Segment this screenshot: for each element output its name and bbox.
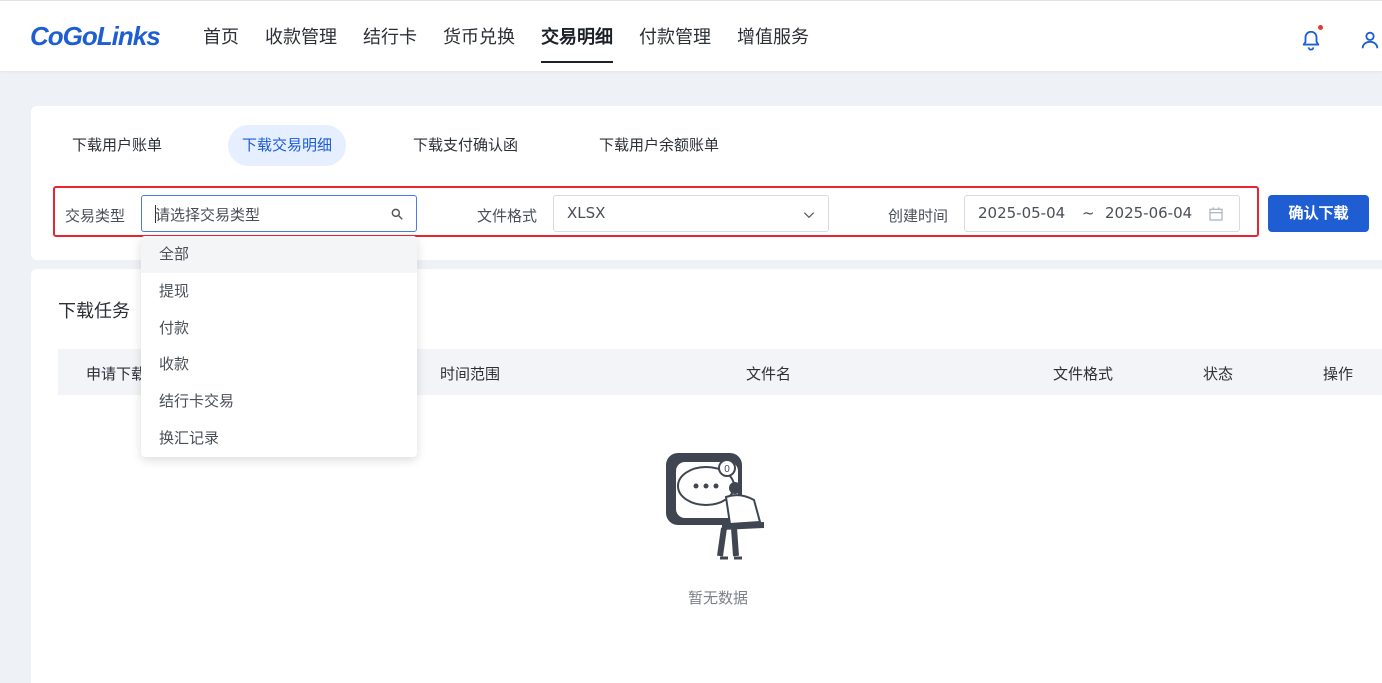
empty-badge-count: 0 [724, 464, 730, 475]
option-exchange-record[interactable]: 换汇记录 [141, 420, 417, 457]
option-withdrawal[interactable]: 提现 [141, 273, 417, 310]
tab-download-transaction-details[interactable]: 下载交易明细 [228, 125, 347, 166]
transaction-type-placeholder: 请选择交易类型 [155, 206, 261, 224]
tab-download-user-bill[interactable]: 下载用户账单 [72, 125, 162, 166]
nav-collections[interactable]: 收款管理 [265, 1, 337, 71]
file-format-label: 文件格式 [477, 207, 538, 225]
nav-currency-exchange[interactable]: 货币兑换 [443, 1, 515, 71]
date-end[interactable]: 2025-06-04 [1105, 204, 1192, 222]
tab-download-payment-confirmation[interactable]: 下载支付确认函 [413, 125, 518, 166]
download-tasks-title: 下载任务 [58, 301, 130, 322]
option-collection[interactable]: 收款 [141, 346, 417, 383]
main-nav: 首页 收款管理 结行卡 货币兑换 交易明细 付款管理 增值服务 [190, 1, 822, 71]
file-format-select[interactable]: XLSX [553, 195, 829, 232]
option-card-transaction[interactable]: 结行卡交易 [141, 383, 417, 420]
option-payment[interactable]: 付款 [141, 310, 417, 347]
calendar-icon [1209, 207, 1223, 221]
bell-icon[interactable] [1300, 29, 1322, 51]
chevron-down-icon [803, 212, 815, 219]
nav-transaction-details[interactable]: 交易明细 [541, 1, 613, 71]
nav-home[interactable]: 首页 [203, 1, 239, 71]
column-header-status: 状态 [1203, 365, 1234, 383]
empty-state-text: 暂无数据 [688, 589, 749, 607]
logo-text: CoGoLinks [30, 21, 160, 51]
column-header-actions: 操作 [1323, 365, 1354, 383]
transaction-type-label: 交易类型 [65, 207, 126, 225]
column-header-file-name: 文件名 [746, 365, 792, 383]
tab-download-balance-bill[interactable]: 下载用户余额账单 [599, 125, 719, 166]
option-all[interactable]: 全部 [141, 236, 417, 273]
confirm-download-button[interactable]: 确认下载 [1268, 195, 1369, 232]
empty-state-illustration: 0 [666, 453, 764, 560]
column-header-request: 申请下载 [86, 365, 147, 383]
column-header-time-range: 时间范围 [440, 365, 501, 383]
user-icon[interactable] [1359, 29, 1381, 51]
nav-cards[interactable]: 结行卡 [363, 1, 417, 71]
date-start[interactable]: 2025-05-04 [978, 204, 1065, 222]
file-format-value: XLSX [567, 204, 606, 222]
nav-payments[interactable]: 付款管理 [639, 1, 711, 71]
column-header-file-format: 文件格式 [1053, 365, 1114, 383]
search-icon [391, 208, 403, 220]
cogolinks-logo[interactable]: CoGoLinks [30, 19, 160, 51]
date-range-picker[interactable]: 2025-05-04 ~ 2025-06-04 [964, 195, 1240, 232]
top-navigation-bar: CoGoLinks 首页 收款管理 结行卡 货币兑换 交易明细 付款管理 增值服… [0, 0, 1382, 71]
created-time-label: 创建时间 [888, 207, 949, 225]
notification-dot [1318, 25, 1323, 30]
transaction-type-select[interactable]: 请选择交易类型 [141, 195, 417, 232]
nav-value-added[interactable]: 增值服务 [737, 1, 809, 71]
transaction-type-dropdown: 全部 提现 付款 收款 结行卡交易 换汇记录 [141, 236, 417, 457]
date-separator: ~ [1082, 204, 1095, 222]
